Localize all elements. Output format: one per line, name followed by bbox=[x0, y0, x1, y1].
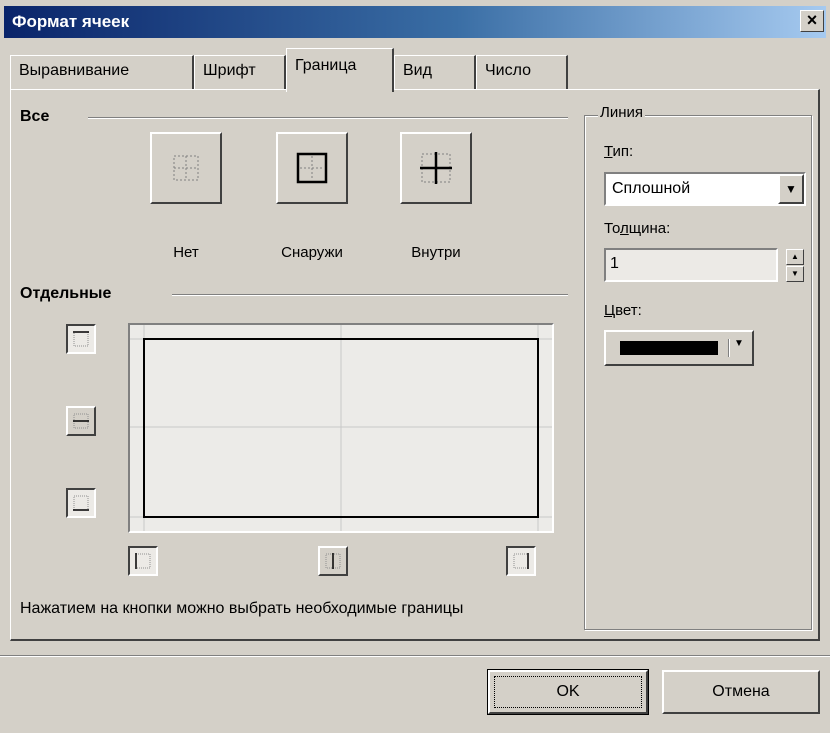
tab-view[interactable]: Вид bbox=[394, 55, 476, 89]
tab-border[interactable]: Граница bbox=[286, 48, 394, 92]
format-cells-dialog: Формат ячеек × Выравнивание Шрифт Границ… bbox=[0, 0, 830, 733]
tab-alignment[interactable]: Выравнивание bbox=[10, 55, 194, 89]
tab-font[interactable]: Шрифт bbox=[194, 55, 286, 89]
tab-panel-border bbox=[10, 89, 820, 641]
footer-divider bbox=[0, 655, 830, 657]
section-individual-label: Отдельные bbox=[20, 285, 116, 303]
ok-button[interactable]: OK bbox=[487, 669, 649, 715]
tab-number[interactable]: Число bbox=[476, 55, 568, 89]
section-all-label: Все bbox=[20, 108, 54, 126]
line-group-label: Линия bbox=[598, 104, 646, 121]
title-bar: Формат ячеек × bbox=[4, 6, 826, 38]
focus-rect bbox=[494, 676, 642, 708]
cancel-button[interactable]: Отмена bbox=[662, 670, 820, 714]
close-icon[interactable]: × bbox=[800, 10, 824, 32]
window-title: Формат ячеек bbox=[12, 12, 130, 31]
